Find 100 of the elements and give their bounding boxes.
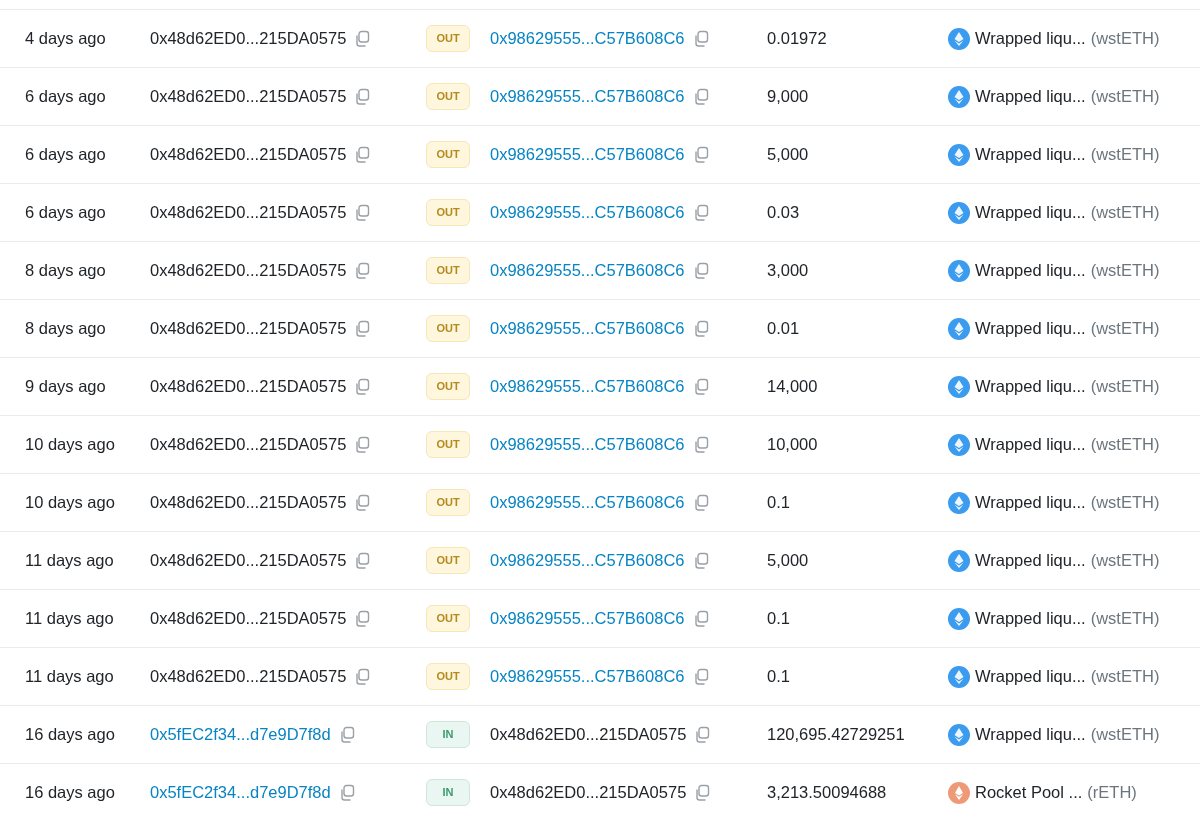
address-link[interactable]: 0x98629555...C57B608C6 (490, 316, 685, 341)
token-name-link[interactable]: Wrapped liqu... (975, 316, 1086, 341)
copy-icon[interactable] (338, 784, 355, 801)
copy-icon[interactable] (354, 378, 371, 395)
age-text: 16 days ago (25, 725, 115, 744)
copy-icon[interactable] (354, 610, 371, 627)
address-text: 0x48d62ED0...215DA0575 (150, 608, 347, 630)
address-link[interactable]: 0x98629555...C57B608C6 (490, 142, 685, 167)
address-link[interactable]: 0x98629555...C57B608C6 (490, 84, 685, 109)
token-symbol: (wstETH) (1090, 666, 1160, 688)
address-link[interactable]: 0x98629555...C57B608C6 (490, 606, 685, 631)
amount-text: 5,000 (767, 145, 809, 164)
copy-icon[interactable] (692, 204, 709, 221)
token-name-link[interactable]: Wrapped liqu... (975, 606, 1086, 631)
address-link[interactable]: 0x98629555...C57B608C6 (490, 490, 685, 515)
copy-icon[interactable] (692, 30, 709, 47)
droplet-icon (948, 665, 970, 688)
address-text: 0x48d62ED0...215DA0575 (490, 782, 687, 804)
address-link[interactable]: 0x98629555...C57B608C6 (490, 374, 685, 399)
copy-icon[interactable] (692, 378, 709, 395)
amount-text: 14,000 (767, 377, 818, 396)
copy-icon[interactable] (354, 552, 371, 569)
address-link[interactable]: 0x5fEC2f34...d7e9D7f8d (150, 780, 331, 805)
address-text: 0x48d62ED0...215DA0575 (150, 202, 347, 224)
droplet-icon (948, 549, 970, 572)
address-link[interactable]: 0x5fEC2f34...d7e9D7f8d (150, 722, 331, 747)
amount-text: 0.1 (767, 667, 790, 686)
copy-icon[interactable] (692, 610, 709, 627)
direction-badge: OUT (426, 663, 470, 690)
token-name-link[interactable]: Wrapped liqu... (975, 432, 1086, 457)
direction-badge: OUT (426, 489, 470, 516)
direction-badge: OUT (426, 547, 470, 574)
age-text: 8 days ago (25, 319, 106, 338)
copy-icon[interactable] (692, 668, 709, 685)
copy-icon[interactable] (354, 320, 371, 337)
copy-icon[interactable] (692, 320, 709, 337)
copy-icon[interactable] (692, 146, 709, 163)
copy-icon[interactable] (692, 436, 709, 453)
copy-icon[interactable] (354, 204, 371, 221)
copy-icon[interactable] (354, 436, 371, 453)
droplet-icon (948, 317, 970, 340)
amount-text: 0.03 (767, 203, 800, 222)
token-name-link[interactable]: Rocket Pool ... (975, 780, 1083, 805)
direction-badge: OUT (426, 83, 470, 110)
copy-icon[interactable] (354, 146, 371, 163)
token-symbol: (wstETH) (1090, 724, 1160, 746)
token-name-link[interactable]: Wrapped liqu... (975, 548, 1086, 573)
token-symbol: (wstETH) (1090, 434, 1160, 456)
copy-icon[interactable] (354, 30, 371, 47)
address-link[interactable]: 0x98629555...C57B608C6 (490, 200, 685, 225)
token-name-link[interactable]: Wrapped liqu... (975, 374, 1086, 399)
age-text: 6 days ago (25, 87, 106, 106)
address-link[interactable]: 0x98629555...C57B608C6 (490, 26, 685, 51)
droplet-icon (948, 491, 970, 514)
token-name-link[interactable]: Wrapped liqu... (975, 84, 1086, 109)
token-name-link[interactable]: Wrapped liqu... (975, 26, 1086, 51)
address-text: 0x48d62ED0...215DA0575 (150, 260, 347, 282)
droplet-icon (948, 607, 970, 630)
copy-icon[interactable] (692, 262, 709, 279)
token-name-link[interactable]: Wrapped liqu... (975, 142, 1086, 167)
copy-icon[interactable] (354, 88, 371, 105)
copy-icon[interactable] (692, 552, 709, 569)
token-symbol: (wstETH) (1090, 492, 1160, 514)
age-text: 8 days ago (25, 261, 106, 280)
address-text: 0x48d62ED0...215DA0575 (150, 86, 347, 108)
address-link[interactable]: 0x98629555...C57B608C6 (490, 548, 685, 573)
copy-icon[interactable] (694, 784, 711, 801)
copy-icon[interactable] (692, 494, 709, 511)
amount-text: 9,000 (767, 87, 809, 106)
droplet-icon (948, 201, 970, 224)
address-text: 0x48d62ED0...215DA0575 (150, 434, 347, 456)
copy-icon[interactable] (354, 262, 371, 279)
address-text: 0x48d62ED0...215DA0575 (150, 376, 347, 398)
direction-badge: OUT (426, 257, 470, 284)
address-link[interactable]: 0x98629555...C57B608C6 (490, 258, 685, 283)
address-link[interactable]: 0x98629555...C57B608C6 (490, 432, 685, 457)
token-name-link[interactable]: Wrapped liqu... (975, 258, 1086, 283)
age-text: 10 days ago (25, 493, 115, 512)
age-text: 10 days ago (25, 435, 115, 454)
address-text: 0x48d62ED0...215DA0575 (150, 144, 347, 166)
amount-text: 120,695.42729251 (767, 725, 905, 744)
token-name-link[interactable]: Wrapped liqu... (975, 490, 1086, 515)
copy-icon[interactable] (694, 726, 711, 743)
copy-icon[interactable] (354, 494, 371, 511)
token-name-link[interactable]: Wrapped liqu... (975, 722, 1086, 747)
age-text: 11 days ago (25, 667, 114, 686)
address-text: 0x48d62ED0...215DA0575 (490, 724, 687, 746)
amount-text: 0.01972 (767, 29, 827, 48)
copy-icon[interactable] (692, 88, 709, 105)
amount-text: 10,000 (767, 435, 818, 454)
address-link[interactable]: 0x98629555...C57B608C6 (490, 664, 685, 689)
direction-badge: IN (426, 721, 470, 748)
amount-text: 3,000 (767, 261, 809, 280)
copy-icon[interactable] (354, 668, 371, 685)
copy-icon[interactable] (338, 726, 355, 743)
direction-badge: IN (426, 779, 470, 806)
token-name-link[interactable]: Wrapped liqu... (975, 200, 1086, 225)
token-name-link[interactable]: Wrapped liqu... (975, 664, 1086, 689)
age-text: 6 days ago (25, 203, 106, 222)
address-text: 0x48d62ED0...215DA0575 (150, 28, 347, 50)
